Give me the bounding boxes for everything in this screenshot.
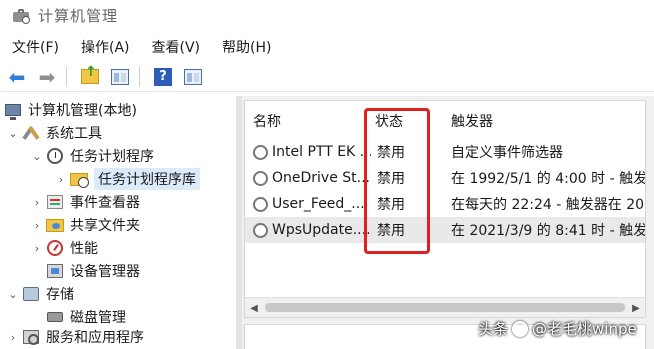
device-manager-icon xyxy=(46,263,64,279)
row-name: WpsUpdate.... xyxy=(272,222,371,238)
tree-item-shared-folders[interactable]: › 共享文件夹 xyxy=(30,214,140,236)
expand-chevron-icon[interactable]: ⌄ xyxy=(6,288,20,301)
watermark-logo-icon xyxy=(512,320,529,337)
row-name-cell: OneDrive St... xyxy=(253,165,371,191)
disk-icon xyxy=(46,309,64,325)
table-row[interactable]: WpsUpdate.... 禁用 在 2021/3/9 的 8:41 时 - 触… xyxy=(245,217,646,243)
back-button[interactable]: ⬅ xyxy=(4,65,30,89)
help-button[interactable]: ? xyxy=(150,65,176,89)
tree-item-computer-management[interactable]: 计算机管理(本地) xyxy=(2,99,137,121)
show-hide-action-pane-button[interactable] xyxy=(180,65,206,89)
tree-item-system-tools[interactable]: ⌄ 系统工具 xyxy=(6,122,102,144)
watermark-handle: @老毛桃winpe xyxy=(532,320,637,338)
toolbar: ⬅ ➡ ? xyxy=(0,62,654,92)
column-header-name[interactable]: 名称 xyxy=(253,109,281,133)
tree-item-performance[interactable]: › 性能 xyxy=(30,237,98,259)
expand-chevron-icon[interactable]: ⌄ xyxy=(30,150,44,163)
computer-management-icon xyxy=(12,6,30,24)
action-pane-icon xyxy=(184,68,202,85)
table-row[interactable]: OneDrive St... 禁用 在 1992/5/1 的 4:00 时 - … xyxy=(245,165,646,191)
forward-arrow-icon: ➡ xyxy=(38,64,56,89)
tree-item-services-and-applications[interactable]: › 服务和应用程序 xyxy=(6,326,144,348)
tree-item-label: 磁盘管理 xyxy=(70,310,126,326)
task-list: 名称 状态 触发器 Intel PTT EK ... 禁用 自定义事件筛选器 O… xyxy=(244,100,646,318)
list-header: 名称 状态 触发器 xyxy=(245,109,645,133)
collapse-chevron-icon[interactable]: › xyxy=(30,219,44,232)
menu-view[interactable]: 查看(V) xyxy=(140,37,211,57)
task-icon xyxy=(253,196,268,212)
row-name: User_Feed_... xyxy=(272,196,365,212)
row-trigger: 在每天的 22:24 - 触发器在 20 xyxy=(451,197,645,213)
expand-chevron-icon[interactable]: ⌄ xyxy=(6,127,20,140)
event-viewer-icon xyxy=(46,194,64,210)
row-name: OneDrive St... xyxy=(272,170,371,186)
row-trigger: 自定义事件筛选器 xyxy=(451,145,563,161)
navigation-tree: 计算机管理(本地) ⌄ 系统工具 ⌄ 任务计划程序 › 任务计划程序库 › 事件… xyxy=(0,96,236,349)
scrollbar-thumb[interactable] xyxy=(265,303,625,312)
collapse-chevron-icon[interactable]: › xyxy=(54,173,68,186)
tree-item-label: 计算机管理(本地) xyxy=(28,103,137,119)
window-title: 计算机管理 xyxy=(38,6,119,25)
tree-item-label: 性能 xyxy=(70,241,98,257)
menu-action[interactable]: 操作(A) xyxy=(69,37,140,57)
help-icon: ? xyxy=(154,67,172,86)
storage-icon xyxy=(22,286,40,302)
tree-item-label: 系统工具 xyxy=(46,126,102,142)
tree-item-storage[interactable]: ⌄ 存储 xyxy=(6,283,74,305)
tree-item-label: 事件查看器 xyxy=(70,195,140,211)
tree-item-event-viewer[interactable]: › 事件查看器 xyxy=(30,191,140,213)
watermark-prefix: 头条 xyxy=(478,320,509,338)
row-trigger: 在 2021/3/9 的 8:41 时 - 触发 xyxy=(451,223,646,239)
tree-item-label: 存储 xyxy=(46,287,74,303)
tree-item-disk-management[interactable]: 磁盘管理 xyxy=(44,306,126,328)
menu-bar: 文件(F) 操作(A) 查看(V) 帮助(H) xyxy=(0,34,281,60)
task-icon xyxy=(253,144,268,160)
shared-folder-icon xyxy=(46,217,64,233)
row-name: Intel PTT EK ... xyxy=(272,144,371,160)
watermark: 头条 @老毛桃winpe xyxy=(478,318,637,339)
tree-item-label: 任务计划程序 xyxy=(70,149,154,165)
toolbar-separator xyxy=(66,66,67,87)
computer-icon xyxy=(4,102,22,120)
column-header-trigger[interactable]: 触发器 xyxy=(451,109,493,133)
task-icon xyxy=(253,222,268,238)
tools-icon xyxy=(22,125,40,141)
row-trigger: 在 1992/5/1 的 4:00 时 - 触发 xyxy=(451,171,646,187)
collapse-chevron-icon[interactable]: › xyxy=(30,242,44,255)
row-name-cell: User_Feed_... xyxy=(253,191,371,217)
tree-item-task-scheduler[interactable]: ⌄ 任务计划程序 xyxy=(30,145,154,167)
services-icon xyxy=(22,329,40,345)
menu-file[interactable]: 文件(F) xyxy=(0,37,69,57)
scroll-left-icon[interactable]: ◀ xyxy=(245,298,263,317)
title-bar: 计算机管理 xyxy=(0,0,654,30)
task-icon xyxy=(253,170,268,186)
tree-item-task-scheduler-library[interactable]: › 任务计划程序库 xyxy=(54,168,200,190)
toolbar-separator xyxy=(139,66,140,87)
up-folder-icon xyxy=(81,64,99,84)
row-name-cell: WpsUpdate.... xyxy=(253,217,371,243)
content-pane: 名称 状态 触发器 Intel PTT EK ... 禁用 自定义事件筛选器 O… xyxy=(242,96,654,349)
forward-button[interactable]: ➡ xyxy=(34,65,60,89)
table-row[interactable]: User_Feed_... 禁用 在每天的 22:24 - 触发器在 20 xyxy=(245,191,645,217)
tree-item-label: 设备管理器 xyxy=(70,264,140,280)
back-arrow-icon: ⬅ xyxy=(8,64,26,89)
folder-clock-icon xyxy=(70,171,89,188)
tree-item-label: 服务和应用程序 xyxy=(46,330,144,346)
up-one-level-button[interactable] xyxy=(77,64,103,89)
table-row[interactable]: Intel PTT EK ... 禁用 自定义事件筛选器 xyxy=(245,139,645,165)
row-name-cell: Intel PTT EK ... xyxy=(253,139,371,165)
tree-item-device-manager[interactable]: 设备管理器 xyxy=(44,260,140,282)
clock-icon xyxy=(46,148,64,164)
tree-item-label: 任务计划程序库 xyxy=(94,168,200,190)
menu-help[interactable]: 帮助(H) xyxy=(210,37,281,57)
show-hide-console-tree-button[interactable] xyxy=(107,65,133,89)
status-column-highlight xyxy=(364,108,430,254)
show-hide-console-tree-icon xyxy=(111,68,129,85)
collapse-chevron-icon[interactable]: › xyxy=(6,331,20,344)
tree-item-label: 共享文件夹 xyxy=(70,218,140,234)
scroll-right-icon[interactable]: ▶ xyxy=(627,298,645,317)
performance-icon xyxy=(46,240,64,256)
horizontal-scrollbar[interactable]: ◀ ▶ xyxy=(245,297,645,317)
collapse-chevron-icon[interactable]: › xyxy=(30,196,44,209)
